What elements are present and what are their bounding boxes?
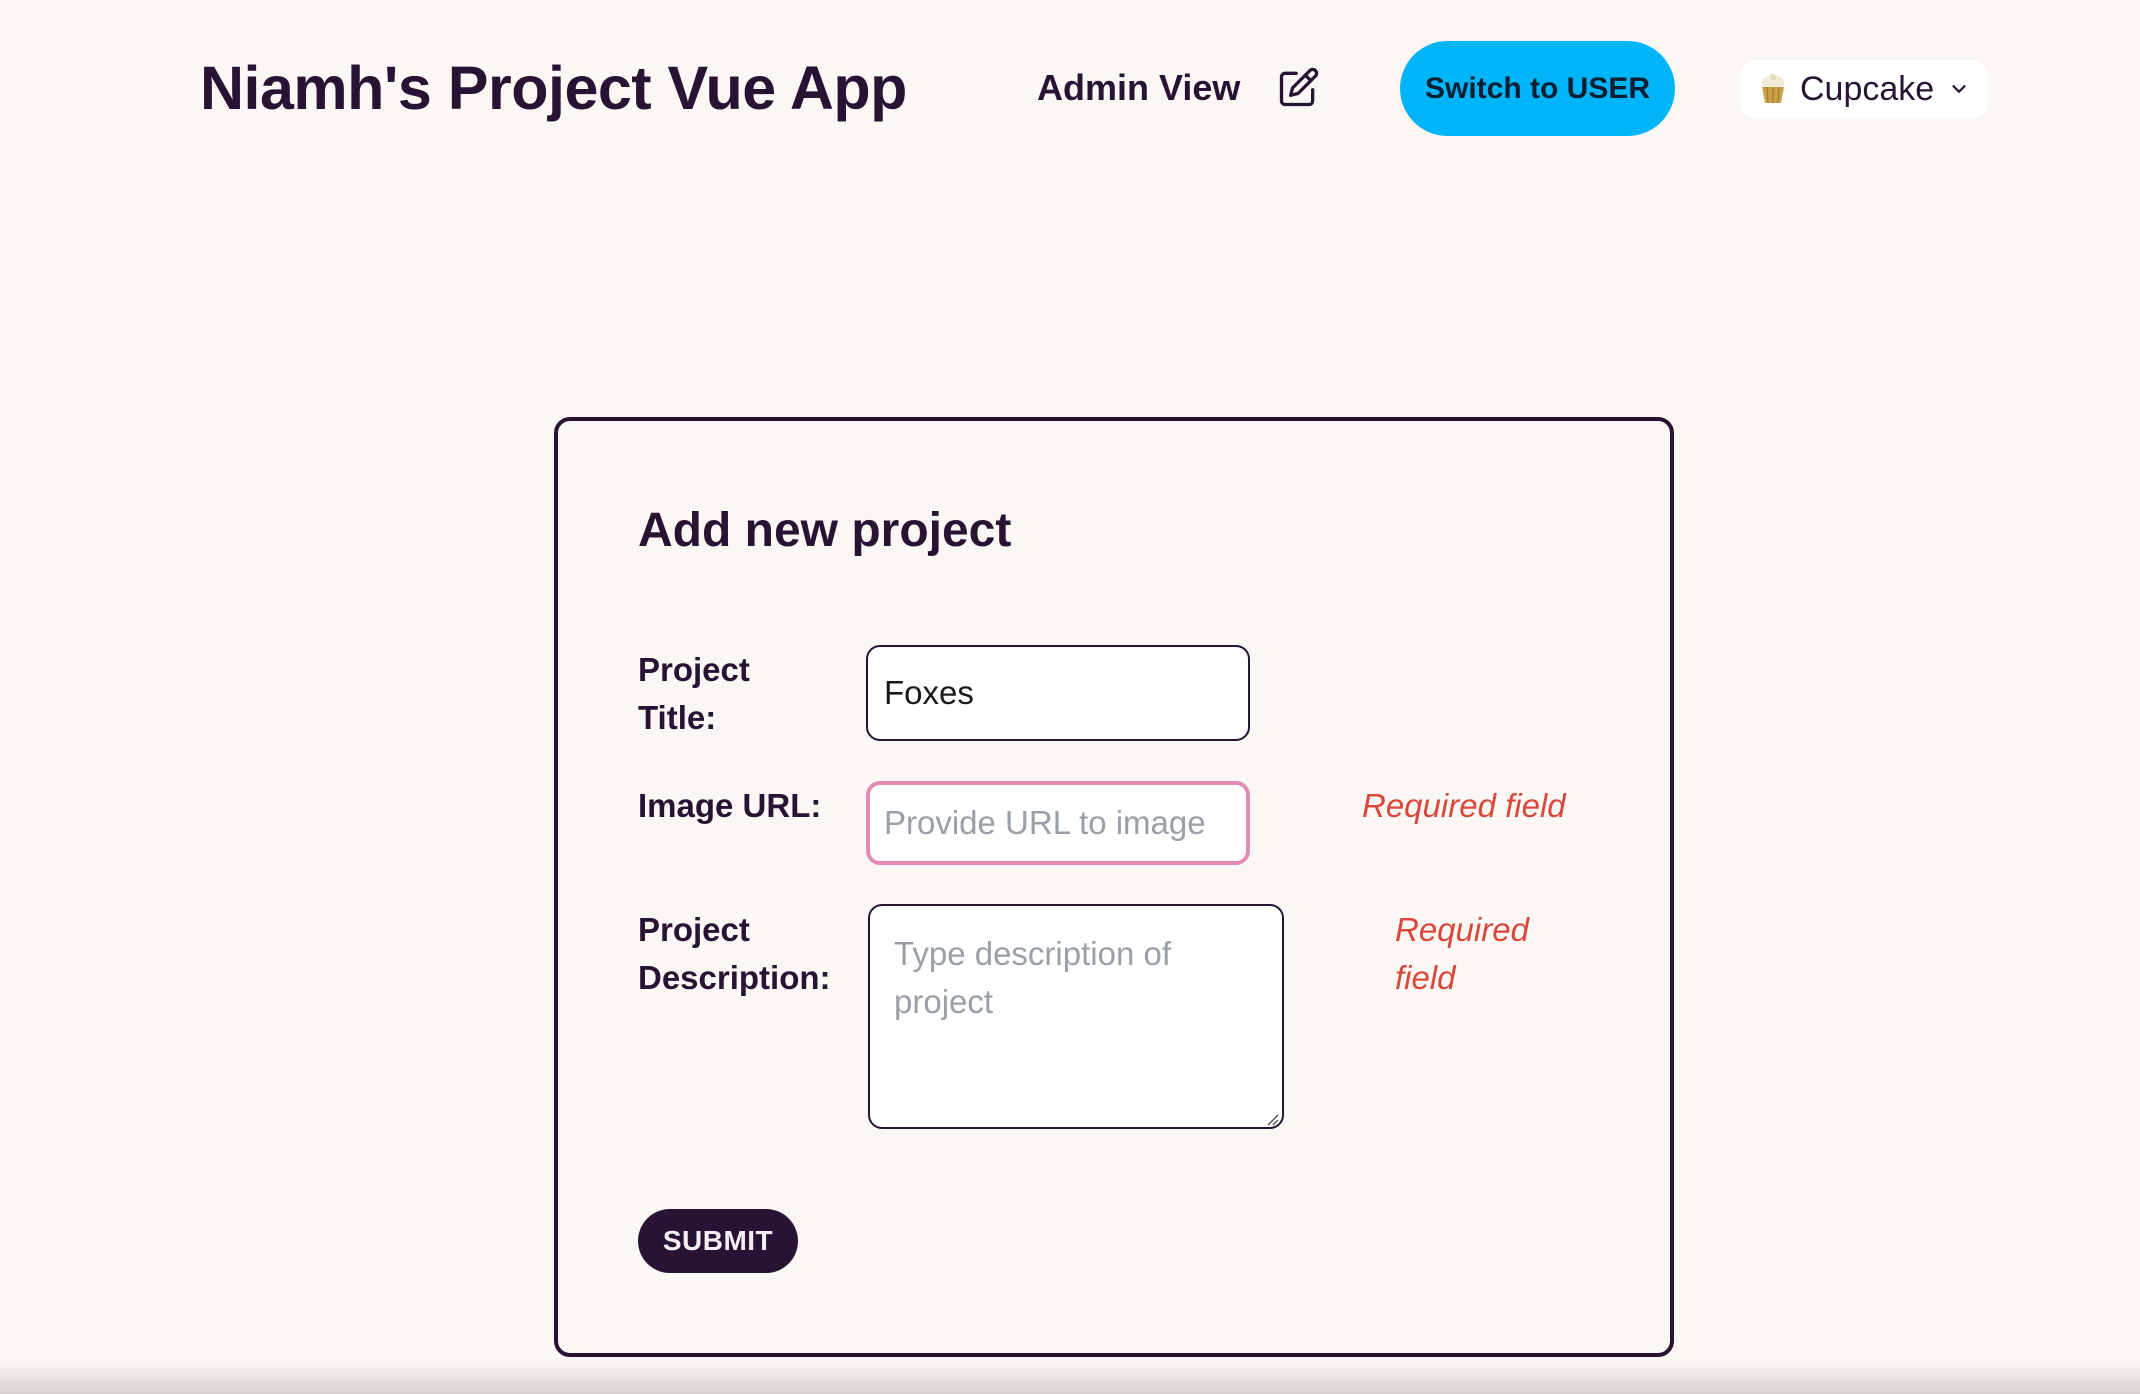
project-title-label: Project Title:	[638, 646, 750, 742]
chevron-down-icon	[1948, 78, 1970, 100]
bottom-edge-shadow	[0, 1360, 2140, 1394]
project-description-label-line1: Project	[638, 911, 750, 948]
project-description-error-line2: field	[1395, 959, 1456, 996]
project-description-label: Project Description:	[638, 906, 831, 1002]
submit-button[interactable]: SUBMIT	[638, 1209, 798, 1273]
project-description-error: Required field	[1395, 906, 1529, 1002]
theme-select[interactable]: Cupcake	[1740, 60, 1988, 118]
image-url-input[interactable]	[866, 781, 1250, 865]
theme-select-value: Cupcake	[1800, 69, 1935, 108]
image-url-label: Image URL:	[638, 787, 822, 824]
cupcake-icon	[1758, 73, 1788, 105]
project-title-label-line1: Project	[638, 651, 750, 688]
project-description-error-line1: Required	[1395, 911, 1529, 948]
view-mode-label: Admin View	[1037, 67, 1241, 108]
resize-handle-icon[interactable]	[1263, 1110, 1279, 1126]
project-description-textarea[interactable]	[868, 904, 1284, 1129]
image-url-error: Required field	[1362, 787, 1566, 824]
project-title-input[interactable]	[866, 645, 1250, 741]
project-description-label-line2: Description:	[638, 959, 831, 996]
app-title: Niamh's Project Vue App	[200, 54, 907, 122]
admin-view-toggle: Admin View	[1037, 66, 1320, 110]
edit-icon[interactable]	[1276, 66, 1320, 110]
form-heading: Add new project	[638, 504, 1012, 557]
switch-to-user-button[interactable]: Switch to USER	[1400, 41, 1675, 136]
project-title-label-line2: Title:	[638, 699, 717, 736]
